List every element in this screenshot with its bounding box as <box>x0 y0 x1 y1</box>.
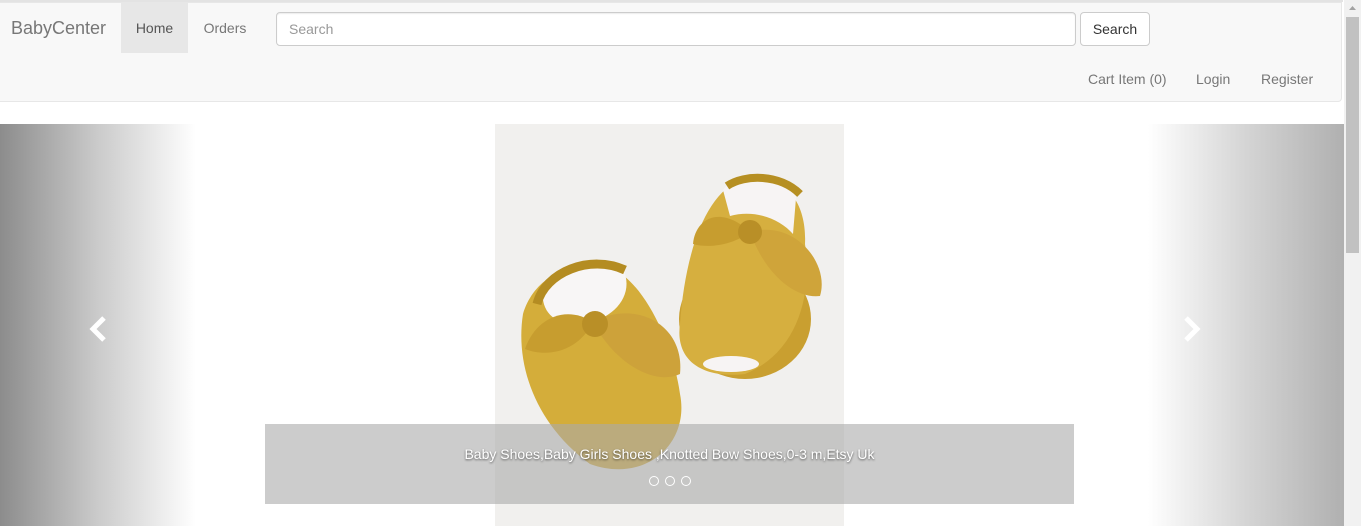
nav-orders[interactable]: Orders <box>188 3 262 53</box>
chevron-left-icon <box>89 316 106 342</box>
search-input[interactable] <box>276 12 1076 46</box>
chevron-right-icon <box>1184 316 1201 342</box>
carousel-caption: Baby Shoes,Baby Girls Shoes ,Knotted Bow… <box>265 424 1074 504</box>
carousel-prev-control[interactable] <box>0 124 196 526</box>
login-link[interactable]: Login <box>1196 63 1230 95</box>
navbar: BabyCenter Home Orders Search Cart Item … <box>0 2 1342 102</box>
image-carousel: Baby Shoes,Baby Girls Shoes ,Knotted Bow… <box>0 124 1344 526</box>
scrollbar-thumb[interactable] <box>1346 17 1359 253</box>
vertical-scrollbar[interactable] <box>1344 0 1361 526</box>
caption-text: Baby Shoes,Baby Girls Shoes ,Knotted Bow… <box>464 446 875 462</box>
indicator-dot-1[interactable] <box>648 476 659 486</box>
cart-link[interactable]: Cart Item (0) <box>1088 63 1167 95</box>
carousel-next-control[interactable] <box>1148 124 1344 526</box>
carousel-indicators <box>265 476 1074 486</box>
search-button[interactable]: Search <box>1080 12 1150 46</box>
indicator-dot-3[interactable] <box>680 476 691 486</box>
indicator-dot-2[interactable] <box>664 476 675 486</box>
brand-link[interactable]: BabyCenter <box>11 17 106 39</box>
nav-home[interactable]: Home <box>121 3 188 53</box>
register-link[interactable]: Register <box>1261 63 1313 95</box>
scroll-up-arrow-icon[interactable] <box>1344 0 1361 17</box>
